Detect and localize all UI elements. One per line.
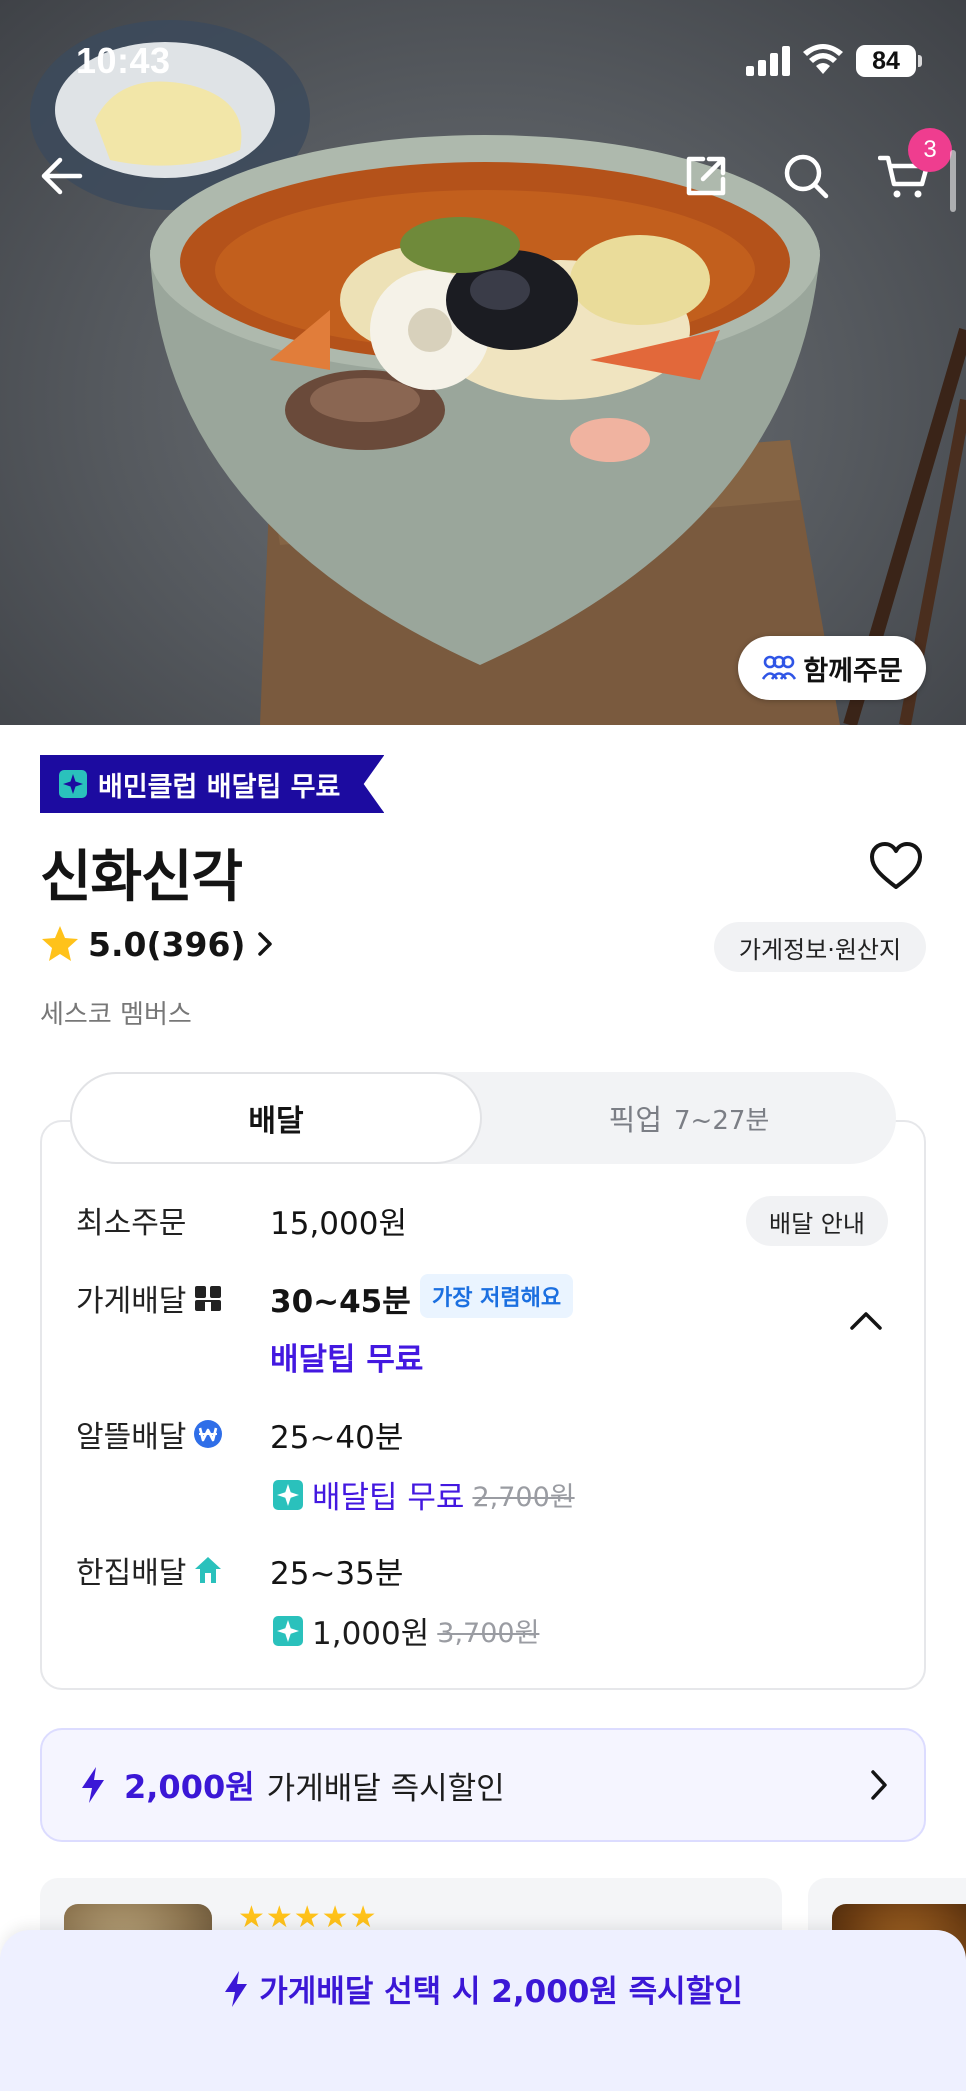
store-name: 신화신각 [40, 845, 243, 910]
search-icon [784, 154, 829, 199]
scroll-indicator [950, 150, 956, 212]
rating-link[interactable]: 5.0(396) [40, 924, 276, 964]
search-button[interactable] [774, 144, 838, 208]
discount-text: 가게배달 즉시할인 [266, 1770, 505, 1807]
membership-label: 세스코 멤버스 [40, 1000, 192, 1030]
status-bar: 10:43 84 [0, 38, 966, 86]
status-time: 10:43 [76, 40, 171, 81]
min-order-label: 최소주문 [76, 1198, 186, 1242]
store-delivery-label: 가게배달 [76, 1276, 224, 1320]
rating-value: 5.0(396) [88, 924, 246, 964]
battery-tip [918, 55, 922, 67]
single-delivery-tip-row: 1,000원 3,700원 [272, 1608, 539, 1653]
lightning-icon [225, 1970, 248, 2007]
tab-delivery[interactable]: 배달 [70, 1072, 482, 1164]
store-info-origin-button[interactable]: 가게정보·원산지 [714, 922, 926, 972]
cart-count-badge: 3 [908, 128, 952, 172]
home-icon [195, 1557, 222, 1583]
bottom-cta-text: 가게배달 선택 시 2,000원 즉시할인 [259, 1974, 743, 2010]
single-delivery-label: 한집배달 [76, 1548, 224, 1592]
bottom-discount-bar: 가게배달 선택 시 2,000원 즉시할인 [0, 1930, 966, 2091]
arrow-left-icon [41, 157, 83, 195]
chevron-up-icon[interactable] [848, 1310, 884, 1332]
min-order-label-text: 최소주문 [76, 1206, 187, 1241]
favorite-heart-icon[interactable] [868, 840, 924, 892]
cheapest-tag: 가장 저렴해요 [420, 1274, 574, 1318]
discount-amount: 2,000원 [124, 1768, 255, 1806]
group-order-label: 함께주문 [803, 655, 903, 687]
min-order-value: 15,000원 [270, 1206, 407, 1242]
share-button[interactable] [674, 144, 738, 208]
order-type-tabs: 배달 픽업 7~27분 [70, 1072, 896, 1164]
instant-discount-banner[interactable]: 2,000원 가게배달 즉시할인 [40, 1728, 926, 1842]
club-sparkle-icon [59, 770, 87, 798]
chevron-right-icon [871, 1770, 887, 1800]
single-delivery-label-text: 한집배달 [76, 1556, 187, 1591]
battery-indicator: 84 [856, 45, 916, 77]
saver-delivery-time: 25~40분 [270, 1420, 404, 1456]
back-button[interactable] [30, 144, 94, 208]
store-delivery-tip: 배달팁 무료 [270, 1342, 424, 1378]
food-photo [30, 20, 966, 725]
store-delivery-icon [195, 1286, 222, 1311]
saver-delivery-label-text: 알뜰배달 [76, 1420, 187, 1455]
group-order-button[interactable]: 함께주문 [738, 636, 926, 700]
club-sparkle-icon [273, 1479, 303, 1510]
chevron-right-icon [257, 932, 272, 956]
group-icon [762, 655, 797, 680]
bottom-discount-cta[interactable]: 가게배달 선택 시 2,000원 즉시할인 [0, 1966, 966, 2011]
hero-image: 10:43 84 3 함께주문 [0, 0, 966, 725]
saver-won-icon [194, 1420, 223, 1448]
club-badge-label: 배민클럽 배달팁 무료 [98, 771, 341, 803]
tab-pickup-label: 픽업 [608, 1103, 663, 1137]
lightning-icon [82, 1767, 104, 1803]
store-delivery-time: 30~45분 [270, 1284, 411, 1320]
saver-delivery-tip-row: 배달팁 무료 2,700원 [272, 1472, 575, 1517]
single-delivery-time: 25~35분 [270, 1556, 404, 1592]
saver-delivery-tip: 배달팁 무료 [312, 1480, 465, 1516]
star-icon [42, 926, 78, 961]
wifi-icon [803, 44, 843, 74]
saver-delivery-original-price: 2,700원 [472, 1482, 575, 1513]
single-delivery-tip: 1,000원 [312, 1616, 430, 1652]
tab-pickup-time: 7~27분 [674, 1105, 770, 1136]
delivery-guide-button[interactable]: 배달 안내 [746, 1196, 888, 1246]
single-delivery-original-price: 3,700원 [437, 1618, 540, 1649]
club-sparkle-icon [273, 1615, 303, 1646]
share-icon [686, 156, 726, 196]
saver-delivery-label: 알뜰배달 [76, 1412, 224, 1456]
baemin-club-badge: 배민클럽 배달팁 무료 [40, 755, 385, 813]
store-delivery-label-text: 가게배달 [76, 1284, 187, 1319]
tab-pickup[interactable]: 픽업 7~27분 [482, 1072, 896, 1164]
cell-signal-icon [746, 46, 790, 76]
